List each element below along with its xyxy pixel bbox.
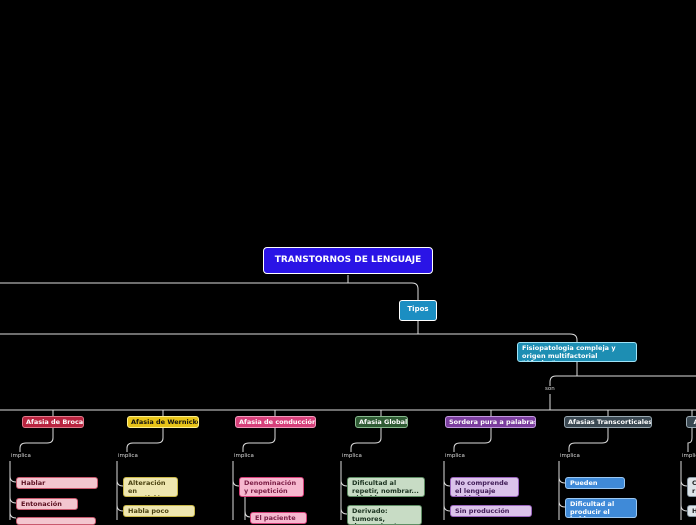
category-wernicke[interactable]: Afasia de Wernicke <box>127 416 199 428</box>
leaf-broca-2[interactable]: Entonación baja <box>16 498 78 510</box>
leaf-sordera-2[interactable]: Sin producción verbal <box>450 505 532 517</box>
son-link-label: son <box>545 386 555 392</box>
leaf-sordera-1[interactable]: No comprende el lenguaje hablado <box>450 477 519 497</box>
leaf-global-2[interactable]: Derivado: tumores, demencia etc <box>347 505 422 525</box>
implica-label: implica <box>445 453 465 459</box>
tipos-node[interactable]: Tipos <box>399 300 437 321</box>
leaf-partial-1[interactable]: C r <box>687 477 696 497</box>
leaf-wernicke-2[interactable]: Habla poco fluente <box>123 505 195 517</box>
category-transcorticales[interactable]: Afasias Transcorticales <box>564 416 652 428</box>
leaf-transcorticales-2[interactable]: Dificultad al producir el hablas <box>565 498 637 518</box>
leaf-wernicke-1[interactable]: Alteración en repetición <box>123 477 178 497</box>
category-global[interactable]: Afasia Global <box>355 416 408 428</box>
leaf-broca-3[interactable] <box>16 517 96 525</box>
implica-label: implica <box>682 453 696 459</box>
category-sordera[interactable]: Sordera pura a palabras <box>445 416 536 428</box>
category-broca[interactable]: Afasia de Broca <box>22 416 84 428</box>
implica-label: implica <box>118 453 138 459</box>
category-conduccion[interactable]: Afasia de conducción <box>235 416 316 428</box>
leaf-global-1[interactable]: Dificultad al repetir, nombrar... el hab… <box>347 477 425 497</box>
leaf-partial-2[interactable]: H <box>687 505 696 517</box>
implica-label: implica <box>560 453 580 459</box>
leaf-transcorticales-1[interactable]: Pueden repetir <box>565 477 625 489</box>
leaf-broca-1[interactable]: Hablar pausadamente <box>16 477 98 489</box>
implica-label: implica <box>234 453 254 459</box>
category-partial[interactable]: A <box>686 416 696 428</box>
leaf-conduccion-1[interactable]: Denominación y repetición <box>239 477 304 497</box>
leaf-conduccion-2[interactable]: El paciente <box>250 512 307 524</box>
implica-label: implica <box>342 453 362 459</box>
implica-label: implica <box>11 453 31 459</box>
afasias-node[interactable]: Fisiopatologia compleja y origen multifa… <box>517 342 637 362</box>
root-node[interactable]: TRANSTORNOS DE LENGUAJE <box>263 247 433 274</box>
